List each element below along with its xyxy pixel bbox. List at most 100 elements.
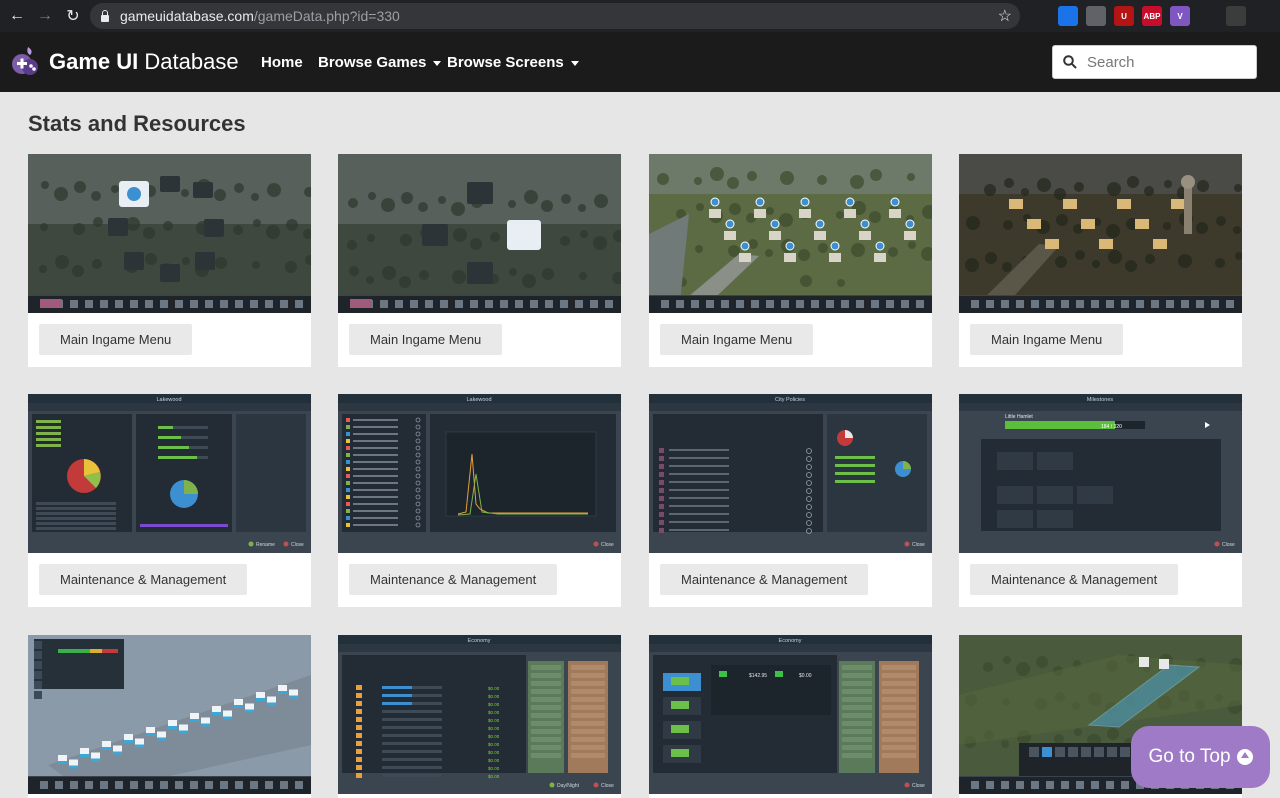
game-screenshot: Lakewood Rename Close <box>28 394 311 553</box>
game-screenshot: Milestones Little Hamlet 184 / 320 Close <box>959 394 1242 553</box>
search-box[interactable] <box>1052 45 1257 79</box>
screenshot-thumbnail[interactable]: Lakewood Close <box>338 394 621 553</box>
screenshot-thumbnail[interactable]: Economy $0.00 $0.00 $0.00 $0.00 $0.00 $0.00 $0… <box>338 635 621 794</box>
svg-text:$0.00: $0.00 <box>488 742 500 747</box>
chevron-down-icon <box>570 60 579 66</box>
section-title: Stats and Resources <box>28 111 246 136</box>
brand-name[interactable]: Game UI Database <box>49 49 239 75</box>
svg-text:$0.00: $0.00 <box>488 686 500 691</box>
screen-tag-button[interactable]: Main Ingame Menu <box>349 324 503 355</box>
screenshot-card: Lakewood Close Maintenance & Management <box>338 394 621 607</box>
screenshot-thumbnail[interactable]: Economy $142.95 $0.00 Close <box>649 635 932 794</box>
search-icon <box>1063 55 1077 69</box>
game-screenshot: Economy $142.95 $0.00 Close <box>649 635 932 794</box>
screen-tag-button[interactable]: Maintenance & Management <box>970 564 1179 595</box>
screen-tag-button[interactable]: Maintenance & Management <box>39 564 248 595</box>
arrow-up-circle-icon <box>1236 749 1253 765</box>
screen-tag-button[interactable]: Maintenance & Management <box>349 564 558 595</box>
address-bar[interactable]: gameuidatabase.com/gameData.php?id=330 ☆ <box>90 3 1020 29</box>
game-screenshot <box>28 635 311 794</box>
svg-text:$0.00: $0.00 <box>488 702 500 707</box>
svg-text:Close: Close <box>601 783 614 789</box>
svg-text:Close: Close <box>1222 542 1235 548</box>
game-screenshot: Lakewood Close <box>338 394 621 553</box>
svg-text:Close: Close <box>912 783 925 789</box>
game-screenshot <box>959 154 1242 313</box>
screenshot-card: City Policies Close Maintenance & Managem… <box>649 394 932 607</box>
svg-text:Day/Night: Day/Night <box>557 783 580 789</box>
screen-tag-button[interactable]: Main Ingame Menu <box>39 324 193 355</box>
puzzle-icon[interactable] <box>1198 6 1218 26</box>
screenshot-thumbnail[interactable] <box>28 635 311 794</box>
svg-text:Lakewood: Lakewood <box>466 397 491 403</box>
screenshot-card: Main Ingame Menu <box>28 154 311 367</box>
svg-text:Close: Close <box>291 542 304 548</box>
screen-tag-button[interactable]: Main Ingame Menu <box>970 324 1124 355</box>
game-ui-database-logo[interactable] <box>10 45 40 79</box>
svg-text:$0.00: $0.00 <box>488 774 500 779</box>
forward-button[interactable]: → <box>34 5 56 27</box>
svg-text:Little Hamlet: Little Hamlet <box>1005 414 1033 420</box>
screenshot-card: Main Ingame Menu <box>338 154 621 367</box>
svg-text:$0.00: $0.00 <box>488 710 500 715</box>
screenshot-card: Economy $142.95 $0.00 Close <box>649 635 932 798</box>
lock-icon <box>100 10 110 22</box>
svg-text:$0.00: $0.00 <box>488 766 500 771</box>
game-screenshot: Economy $0.00 $0.00 $0.00 $0.00 $0.00 $0.00 $0… <box>338 635 621 794</box>
search-input[interactable] <box>1087 53 1247 71</box>
screenshot-card <box>28 635 311 798</box>
bookmark-star-icon[interactable]: ☆ <box>998 6 1012 26</box>
svg-text:$0.00: $0.00 <box>488 750 500 755</box>
nav-browse-screens[interactable]: Browse Screens <box>447 54 579 71</box>
url-host: gameuidatabase.com <box>120 8 254 24</box>
screenshot-thumbnail[interactable]: Lakewood Rename Close <box>28 394 311 553</box>
ublock-icon[interactable]: U <box>1114 6 1134 26</box>
screenshot-thumbnail[interactable] <box>959 154 1242 313</box>
screenshot-card: Main Ingame Menu <box>959 154 1242 367</box>
svg-text:$0.00: $0.00 <box>488 758 500 763</box>
screenshot-thumbnail[interactable]: Milestones Little Hamlet 184 / 320 Close <box>959 394 1242 553</box>
go-to-top-button[interactable]: Go to Top <box>1131 726 1270 788</box>
extensions-bar: U ABP V <box>1030 6 1246 26</box>
game-screenshot <box>649 154 932 313</box>
site-header: Game UI Database Home Browse Games Brows… <box>0 32 1280 92</box>
game-screenshot <box>338 154 621 313</box>
svg-text:Economy: Economy <box>468 638 491 644</box>
url-path: /gameData.php?id=330 <box>253 8 400 24</box>
svg-text:Close: Close <box>601 542 614 548</box>
svg-text:184 / 320: 184 / 320 <box>1101 424 1122 430</box>
window-icon[interactable] <box>1058 6 1078 26</box>
svg-text:$0.00: $0.00 <box>799 673 812 679</box>
screenshot-card: Economy $0.00 $0.00 $0.00 $0.00 $0.00 $0.00 $0… <box>338 635 621 798</box>
back-button[interactable]: ← <box>6 5 28 27</box>
browser-toolbar: ← → ↻ gameuidatabase.com/gameData.php?id… <box>0 0 1280 32</box>
svg-text:Milestones: Milestones <box>1087 397 1114 403</box>
svg-text:Economy: Economy <box>779 638 802 644</box>
screenshot-thumbnail[interactable] <box>28 154 311 313</box>
nav-browse-games[interactable]: Browse Games <box>318 54 442 71</box>
svg-text:$0.00: $0.00 <box>488 726 500 731</box>
svg-text:Close: Close <box>912 542 925 548</box>
screen-tag-button[interactable]: Maintenance & Management <box>660 564 869 595</box>
bird-icon[interactable] <box>1030 6 1050 26</box>
avatar-icon[interactable] <box>1226 6 1246 26</box>
chevron-down-icon <box>433 60 442 66</box>
svg-text:City Policies: City Policies <box>775 397 805 403</box>
nav-home[interactable]: Home <box>261 54 303 71</box>
svg-text:Rename: Rename <box>256 542 275 548</box>
adblock-icon[interactable]: ABP <box>1142 6 1162 26</box>
screenshot-thumbnail[interactable]: City Policies Close <box>649 394 932 553</box>
game-screenshot: City Policies Close <box>649 394 932 553</box>
reload-button[interactable]: ↻ <box>62 5 84 27</box>
screenshot-thumbnail[interactable] <box>338 154 621 313</box>
screen-tag-button[interactable]: Main Ingame Menu <box>660 324 814 355</box>
screenshot-thumbnail[interactable] <box>649 154 932 313</box>
svg-text:Lakewood: Lakewood <box>156 397 181 403</box>
image-icon[interactable] <box>1086 6 1106 26</box>
v-icon[interactable]: V <box>1170 6 1190 26</box>
svg-text:$142.95: $142.95 <box>749 673 767 679</box>
forward-arrow-icon: → <box>37 7 53 24</box>
back-arrow-icon: ← <box>9 7 25 24</box>
svg-text:$0.00: $0.00 <box>488 734 500 739</box>
screenshot-card: Milestones Little Hamlet 184 / 320 Close… <box>959 394 1242 607</box>
